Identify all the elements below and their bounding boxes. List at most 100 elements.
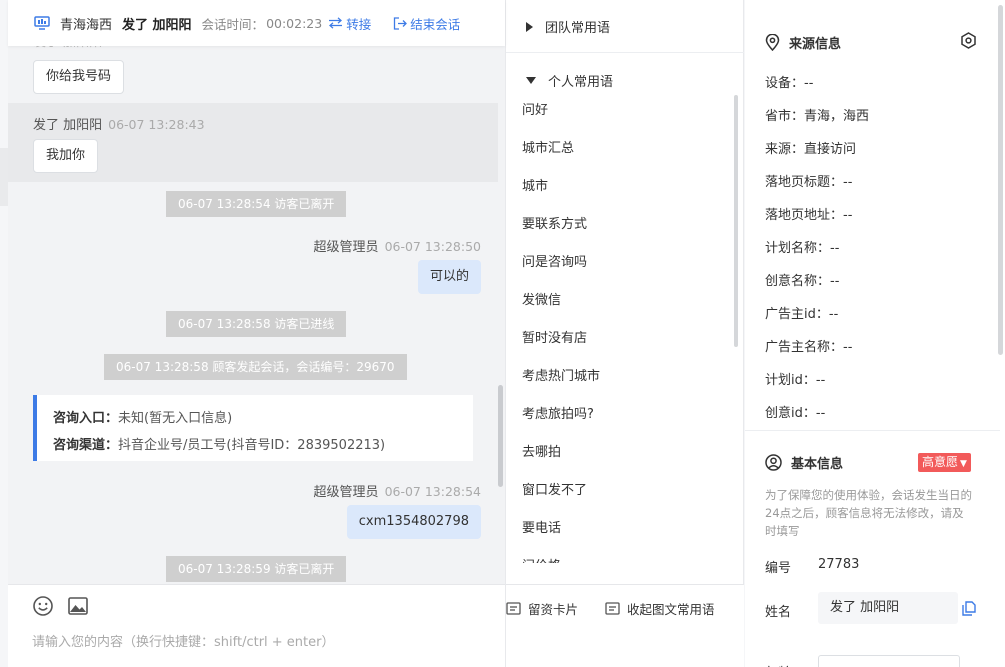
transfer-label: 转接 bbox=[346, 16, 372, 32]
image-upload-icon[interactable] bbox=[67, 595, 89, 617]
chat-header: 青海海西 发了 加阳阳 会话时间： 00:02:23 转接 结束会话 bbox=[8, 0, 505, 46]
user-icon bbox=[765, 454, 782, 471]
info-row-province: 省市：青海，海西 bbox=[765, 105, 869, 124]
system-notice-visitor-left: 06-07 13:28:54 访客已离开 bbox=[166, 191, 347, 217]
source-channel-value: 抖音企业号/员工号(抖音号ID：2839502213) bbox=[118, 438, 386, 453]
transfer-button[interactable]: 转接 bbox=[328, 14, 371, 33]
phrase-scrollbar[interactable] bbox=[734, 95, 738, 347]
phrase-item[interactable]: 问是咨询吗 bbox=[522, 251, 587, 270]
source-info-card: 咨询入口：未知(暂无入口信息) 咨询渠道：抖音企业号/员工号(抖音号ID：283… bbox=[33, 395, 473, 461]
info-scrollbar[interactable] bbox=[998, 5, 1003, 355]
source-entry-label: 咨询入口： bbox=[53, 411, 119, 426]
info-label: 创意id： bbox=[765, 406, 816, 421]
info-label: 计划名称： bbox=[765, 241, 831, 256]
section-divider bbox=[745, 430, 1000, 431]
info-value: -- bbox=[843, 340, 853, 355]
info-row-plan-id: 计划id：-- bbox=[765, 369, 825, 388]
info-row-plan-name: 计划名称：-- bbox=[765, 237, 839, 256]
exit-icon bbox=[394, 16, 408, 30]
message-list[interactable]: 发了 加阳阳 06-07 13:28:37 你给我号码 发了 加阳阳06-07 … bbox=[8, 0, 505, 584]
system-notice-visitor-left-2: 06-07 13:28:59 访客已离开 bbox=[166, 556, 347, 582]
source-entry-row: 咨询入口：未知(暂无入口信息) bbox=[53, 405, 473, 432]
phrase-item[interactable]: 窗口发不了 bbox=[522, 479, 587, 498]
age-field[interactable] bbox=[818, 655, 960, 667]
copy-icon[interactable] bbox=[962, 601, 976, 616]
info-value: 青海，海西 bbox=[804, 109, 870, 124]
agent-bubble-wechat: cxm1354802798 bbox=[346, 505, 481, 539]
info-value: -- bbox=[830, 274, 840, 289]
chat-panel: 发了 加阳阳 06-07 13:28:37 你给我号码 发了 加阳阳06-07 … bbox=[8, 0, 505, 667]
phrase-item[interactable]: 考虑热门城市 bbox=[522, 365, 600, 384]
agent-message-meta-2: 超级管理员 06-07 13:28:54 bbox=[314, 481, 481, 500]
settings-icon[interactable] bbox=[960, 32, 977, 49]
info-label: 落地页地址： bbox=[765, 208, 844, 223]
info-value: -- bbox=[828, 307, 839, 322]
source-info-heading: 来源信息 bbox=[765, 33, 841, 52]
info-value: -- bbox=[830, 241, 840, 256]
agent-message-meta: 超级管理员 06-07 13:28:50 bbox=[314, 236, 481, 255]
phrase-item[interactable]: 去哪拍 bbox=[522, 441, 561, 460]
phrase-item[interactable]: 城市 bbox=[522, 175, 548, 194]
emoji-icon[interactable] bbox=[32, 595, 54, 617]
source-info-title: 来源信息 bbox=[789, 37, 842, 52]
caret-right-icon bbox=[526, 21, 533, 32]
name-field[interactable]: 发了 加阳阳 bbox=[818, 592, 958, 624]
lead-card-label: 留资卡片 bbox=[528, 602, 579, 617]
chat-scrollbar[interactable] bbox=[498, 385, 503, 487]
quick-phrases-panel: 团队常用语 个人常用语 问好 城市汇总 城市 要联系方式 问是咨询吗 发微信 暂… bbox=[505, 0, 744, 667]
message-input[interactable] bbox=[32, 631, 492, 653]
info-value: -- bbox=[804, 76, 814, 91]
session-time-value: 00:02:23 bbox=[266, 15, 323, 31]
info-row-creative-id: 创意id：-- bbox=[765, 402, 825, 421]
collapse-phrases-label: 收起图文常用语 bbox=[627, 602, 715, 617]
left-edge-strip bbox=[0, 148, 8, 206]
phrase-item[interactable]: 要电话 bbox=[522, 517, 561, 536]
caret-down-icon bbox=[526, 77, 536, 84]
agent-bubble-ok: 可以的 bbox=[417, 260, 481, 294]
visitor-info-panel: 来源信息 设备：-- 省市：青海，海西 来源：直接访问 落地页标题：-- 落地页… bbox=[745, 0, 1005, 667]
info-label: 设备： bbox=[765, 76, 805, 91]
visitor-message-time: 06-07 13:28:43 bbox=[108, 117, 205, 132]
intent-level-dropdown[interactable]: 高意愿 ▼ bbox=[918, 453, 971, 472]
info-label: 省市： bbox=[765, 109, 805, 124]
personal-phrases-group[interactable]: 个人常用语 bbox=[526, 71, 613, 90]
visitor-name-header: 发了 加阳阳 bbox=[122, 17, 192, 33]
info-label: 来源： bbox=[765, 142, 805, 157]
visitor-name: 发了 加阳阳 bbox=[33, 118, 103, 133]
info-value: -- bbox=[815, 373, 826, 388]
phrase-item[interactable]: 发微信 bbox=[522, 289, 561, 308]
phrase-item[interactable]: 问价格 bbox=[522, 555, 561, 563]
phrase-item[interactable]: 城市汇总 bbox=[522, 137, 574, 156]
info-value: -- bbox=[843, 175, 853, 190]
info-row-landing-title: 落地页标题：-- bbox=[765, 171, 852, 190]
source-channel-label: 咨询渠道： bbox=[53, 438, 119, 453]
edit-deadline-notice: 为了保障您的使用体验，会话发生当日的24点之后，顾客信息将无法修改，请及时填写 bbox=[765, 488, 972, 538]
info-value: -- bbox=[815, 406, 826, 421]
location-pin-icon bbox=[765, 34, 780, 51]
transfer-arrows-icon bbox=[329, 17, 343, 29]
visitor-bubble-get-number: 你给我号码 bbox=[33, 60, 125, 94]
info-label: 广告主id： bbox=[765, 307, 829, 322]
message-composer bbox=[8, 584, 505, 667]
phrase-list[interactable]: 问好 城市汇总 城市 要联系方式 问是咨询吗 发微信 暂时没有店 考虑热门城市 … bbox=[506, 97, 738, 563]
lead-card-button[interactable]: 留资卡片 bbox=[506, 599, 578, 618]
info-label: 落地页标题： bbox=[765, 175, 844, 190]
end-session-label: 结束会话 bbox=[410, 16, 461, 32]
personal-phrases-label: 个人常用语 bbox=[548, 75, 614, 90]
info-row-landing-url: 落地页地址：-- bbox=[765, 204, 852, 223]
phrase-item[interactable]: 问好 bbox=[522, 99, 548, 118]
group-divider bbox=[506, 52, 744, 53]
info-value: 直接访问 bbox=[804, 142, 857, 157]
id-value: 27783 bbox=[818, 557, 860, 572]
phrase-item[interactable]: 要联系方式 bbox=[522, 213, 587, 232]
intent-level-label: 高意愿 bbox=[922, 455, 959, 469]
end-session-button[interactable]: 结束会话 bbox=[393, 14, 460, 33]
collapse-phrases-button[interactable]: 收起图文常用语 bbox=[605, 599, 715, 618]
team-phrases-group[interactable]: 团队常用语 bbox=[526, 17, 610, 36]
info-row-device: 设备：-- bbox=[765, 72, 813, 91]
source-channel-row: 咨询渠道：抖音企业号/员工号(抖音号ID：2839502213) bbox=[53, 432, 473, 459]
caret-down-icon: ▼ bbox=[960, 459, 967, 469]
phrase-item[interactable]: 考虑旅拍吗? bbox=[522, 403, 594, 422]
phrase-item[interactable]: 暂时没有店 bbox=[522, 327, 587, 346]
system-notice-session-started: 06-07 13:28:58 顾客发起会话，会话编号：29670 bbox=[104, 354, 407, 380]
